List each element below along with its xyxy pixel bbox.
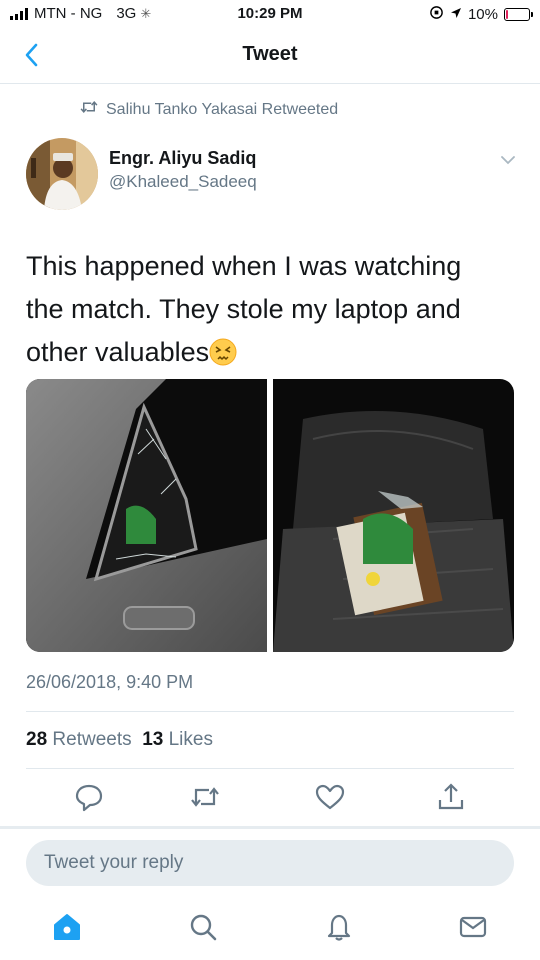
tweet-timestamp: 26/06/2018, 9:40 PM [26,672,194,692]
like-icon[interactable] [313,780,347,814]
status-right: 10% [429,5,533,24]
share-icon[interactable] [434,780,468,814]
tab-bar [0,905,540,955]
tweet-media [26,379,514,652]
retweet-icon[interactable] [188,780,222,814]
home-icon[interactable] [51,911,83,943]
car-back-seat-photo[interactable] [273,379,514,652]
persevering-face-emoji [209,336,237,366]
tweet-actions [0,780,540,814]
retweeted-text: Salihu Tanko Yakasai Retweeted [106,100,339,118]
likes-label: Likes [168,729,213,750]
retweet-icon [80,100,98,119]
tweet-text-line: other valuables [26,331,516,374]
status-bar: MTN - NG 3G ✳ 10:29 PM 10% [0,0,540,28]
location-icon [450,6,462,23]
notifications-icon[interactable] [323,911,355,943]
author-name[interactable]: Engr. Aliyu Sadiq [109,148,256,169]
retweeted-banner[interactable]: Salihu Tanko Yakasai Retweeted [80,100,338,119]
battery-icon [504,8,533,21]
chevron-down-icon[interactable] [496,150,520,170]
nav-bar: Tweet [0,28,540,84]
tweet-text-line: the match. They stole my laptop and [26,294,461,324]
retweets-stat[interactable]: 28 Retweets [26,729,132,750]
divider [26,768,514,769]
engagement-counts: 28 Retweets 13 Likes [26,729,213,751]
messages-icon[interactable] [457,911,489,943]
tweet-text-segment: other valuables [26,337,210,367]
broken-car-window-photo[interactable] [26,379,267,652]
page-title: Tweet [242,43,298,65]
avatar[interactable] [26,138,98,210]
tweet-text: This happened when I was watching the ma… [26,245,516,374]
tweet-text-line: This happened when I was watching [26,251,462,281]
likes-stat[interactable]: 13 Likes [142,729,213,750]
author-handle[interactable]: @Khaleed_Sadeeq [109,172,257,192]
divider [26,711,514,712]
reply-icon[interactable] [72,780,106,814]
likes-count: 13 [142,729,164,750]
orientation-lock-icon [429,5,444,24]
retweets-count: 28 [26,729,48,750]
divider [0,826,540,829]
search-icon[interactable] [187,911,219,943]
retweets-label: Retweets [52,729,132,750]
reply-input[interactable] [26,840,514,886]
battery-percent: 10% [467,6,498,23]
